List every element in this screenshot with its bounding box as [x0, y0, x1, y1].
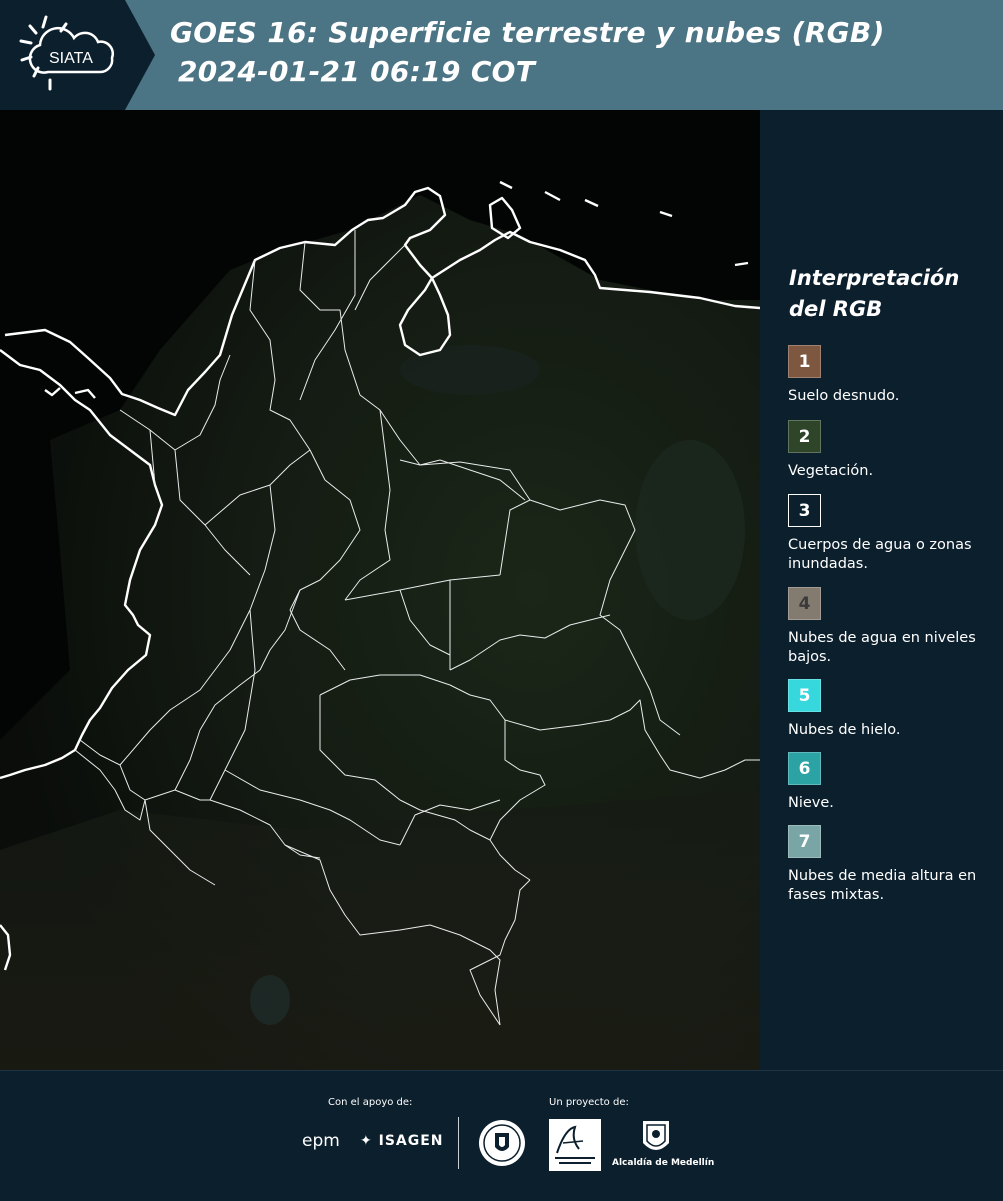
isagen-logo-text: ISAGEN	[378, 1133, 444, 1149]
legend-item-nieve: 6 Nieve.	[788, 752, 998, 813]
area-metropolitana-logo	[549, 1119, 601, 1171]
timestamp: 2024-01-21 06:19 COT	[178, 55, 536, 88]
legend-item-nubes-medias: 7 Nubes de media altura en fases mixtas.	[788, 825, 998, 905]
legend-title: Interpretación del RGB	[789, 263, 989, 325]
project-caption: Un proyecto de:	[549, 1097, 629, 1108]
header-bar: SIATA GOES 16: Superficie terrestre y nu…	[0, 0, 1003, 110]
legend-label-3: Cuerpos de agua o zonas inundadas.	[788, 537, 972, 572]
alcaldia-shield-icon	[643, 1121, 669, 1150]
legend-swatch-6: 6	[788, 752, 821, 785]
page-title: GOES 16: Superficie terrestre y nubes (R…	[170, 16, 885, 49]
legend-item-nubes-bajas: 4 Nubes de agua en niveles bajos.	[788, 587, 998, 667]
footer: Con el apoyo de: Un proyecto de: epm ✦ I…	[0, 1070, 1003, 1201]
legend-swatch-5: 5	[788, 679, 821, 712]
legend-label-2: Vegetación.	[788, 463, 874, 479]
legend-panel: Interpretación del RGB 1 Suelo desnudo. …	[760, 110, 1003, 1070]
legend-swatch-3: 3	[788, 494, 821, 527]
legend-title-line1: Interpretación	[789, 266, 960, 290]
isagen-mark-icon: ✦	[360, 1133, 373, 1149]
footer-divider	[458, 1117, 459, 1169]
legend-label-5: Nubes de hielo.	[788, 722, 901, 738]
siata-logo-text: SIATA	[49, 50, 93, 67]
legend-swatch-2: 2	[788, 420, 821, 453]
legend-item-agua: 3 Cuerpos de agua o zonas inundadas.	[788, 494, 998, 574]
legend-label-1: Suelo desnudo.	[788, 388, 900, 404]
legend-swatch-4: 4	[788, 587, 821, 620]
satellite-map	[0, 110, 760, 1070]
medellin-seal-icon	[479, 1120, 525, 1166]
legend-item-vegetacion: 2 Vegetación.	[788, 420, 998, 481]
legend-swatch-1: 1	[788, 345, 821, 378]
alcaldia-label: Alcaldía de Medellín	[612, 1158, 715, 1168]
legend-item-hielo: 5 Nubes de hielo.	[788, 679, 998, 740]
legend-swatch-7: 7	[788, 825, 821, 858]
legend-label-7: Nubes de media altura en fases mixtas.	[788, 868, 977, 903]
epm-logo: epm	[302, 1131, 340, 1151]
isagen-logo: ✦ ISAGEN	[360, 1133, 444, 1149]
support-caption: Con el apoyo de:	[328, 1097, 413, 1108]
siata-logo: SIATA	[0, 0, 155, 110]
legend-label-4: Nubes de agua en niveles bajos.	[788, 630, 976, 665]
legend-label-6: Nieve.	[788, 795, 834, 811]
legend-item-suelo: 1 Suelo desnudo.	[788, 345, 998, 406]
legend-title-line2: del RGB	[789, 297, 883, 321]
